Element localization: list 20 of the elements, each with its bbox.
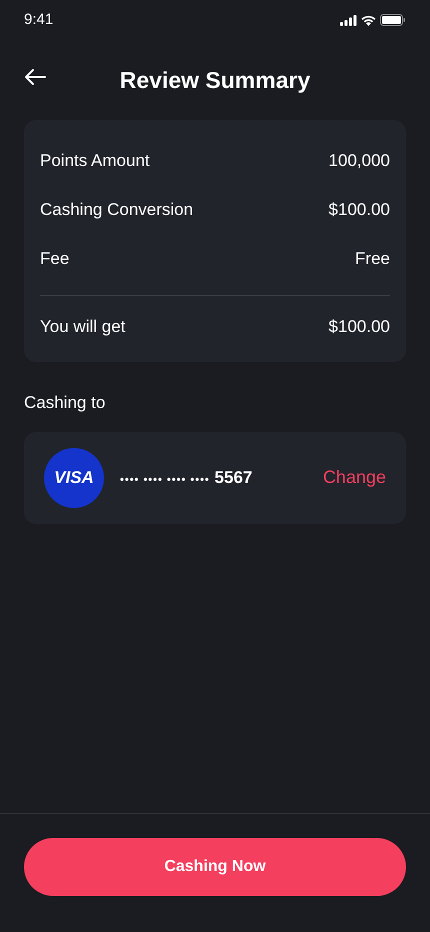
back-button[interactable] [24,68,46,86]
total-label: You will get [40,316,126,338]
summary-label: Fee [40,248,70,270]
section-heading: Cashing to [24,392,106,414]
summary-value: $100.00 [328,198,390,221]
back-arrow-icon [24,68,46,86]
summary-label: Cashing Conversion [40,198,194,221]
masked-card-number: •••• •••• •••• •••• 5567 [120,466,252,489]
visa-logo: VISA [44,448,104,508]
page-title: Review Summary [120,66,310,95]
change-link[interactable]: Change [322,464,386,491]
battery-icon [380,14,406,26]
summary-label: Points Amount [40,150,150,172]
signal-icon [340,14,357,26]
wifi-icon [361,14,376,26]
summary-value: 100,000 [328,150,390,172]
status-time: 9:41 [24,10,54,30]
cashing-now-button[interactable]: Cashing Now [24,838,406,896]
total-value: $100.00 [328,316,390,338]
summary-value: Free [355,248,390,270]
